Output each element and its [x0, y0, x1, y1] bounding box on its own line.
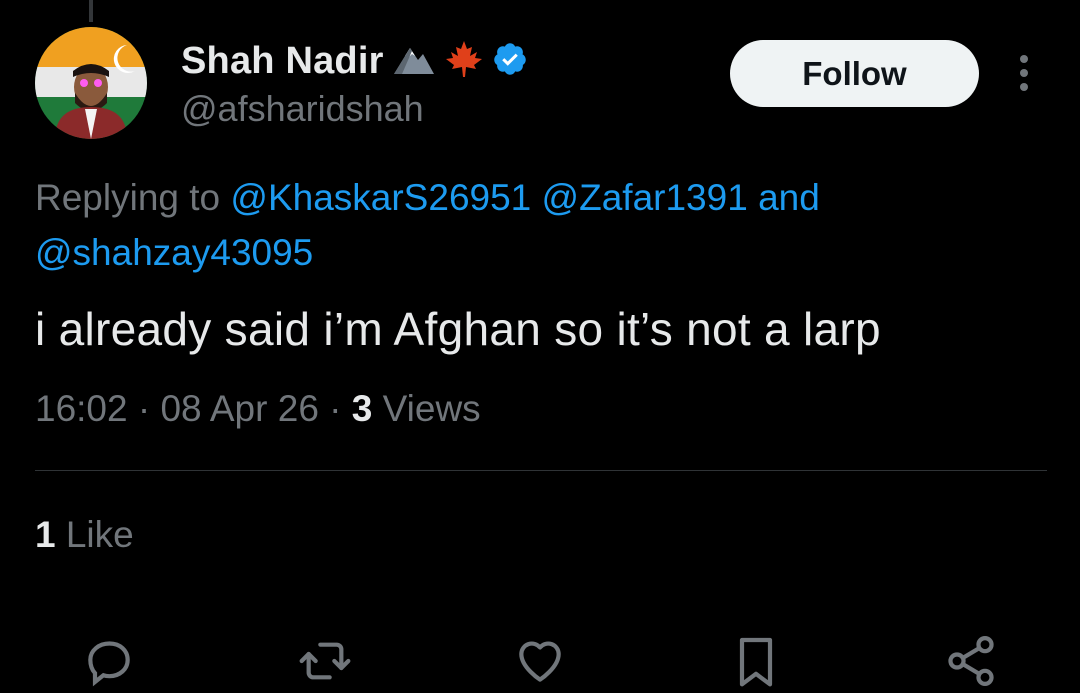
share-icon[interactable] — [940, 630, 1002, 692]
mention-link[interactable]: @KhaskarS26951 — [230, 177, 531, 218]
more-options-icon[interactable] — [1010, 50, 1038, 96]
replying-prefix: Replying to — [35, 177, 221, 218]
tweet-time[interactable]: 16:02 — [35, 388, 128, 429]
thread-connector-line — [89, 0, 93, 22]
tweet-detail: Shah Nadir @afsharidshah Follow Replying… — [0, 0, 1080, 693]
tweet-text: i already said i’m Afghan so it’s not a … — [35, 303, 881, 355]
mountain-icon — [392, 42, 436, 81]
author-display-name[interactable]: Shah Nadir — [181, 40, 384, 83]
reply-icon[interactable] — [78, 630, 140, 692]
mention-link[interactable]: @shahzay43095 — [35, 232, 313, 273]
divider — [35, 470, 1047, 471]
retweet-icon[interactable] — [294, 630, 356, 692]
replying-to-line: Replying to @KhaskarS26951 @Zafar1391 an… — [35, 170, 1035, 280]
author-name-row[interactable]: Shah Nadir — [181, 36, 528, 86]
maple-leaf-icon — [444, 39, 484, 84]
follow-button[interactable]: Follow — [730, 40, 979, 107]
mention-and-others[interactable]: and — [758, 177, 820, 218]
author-handle[interactable]: @afsharidshah — [181, 88, 424, 130]
likes-summary[interactable]: 1 Like — [35, 514, 134, 556]
like-icon[interactable] — [509, 630, 571, 692]
separator: · — [137, 388, 151, 429]
likes-label: Like — [65, 514, 134, 555]
bookmark-icon[interactable] — [725, 630, 787, 692]
separator: · — [329, 388, 342, 429]
avatar[interactable] — [35, 27, 147, 139]
likes-count: 1 — [35, 514, 56, 555]
verified-badge-icon — [492, 41, 528, 82]
tweet-date[interactable]: 08 Apr 26 — [160, 388, 318, 429]
tweet-meta: 16:02 · 08 Apr 26 · 3 Views — [35, 388, 481, 430]
views-label: Views — [382, 388, 481, 429]
mention-link[interactable]: @Zafar1391 — [542, 177, 748, 218]
views-count: 3 — [351, 388, 373, 429]
